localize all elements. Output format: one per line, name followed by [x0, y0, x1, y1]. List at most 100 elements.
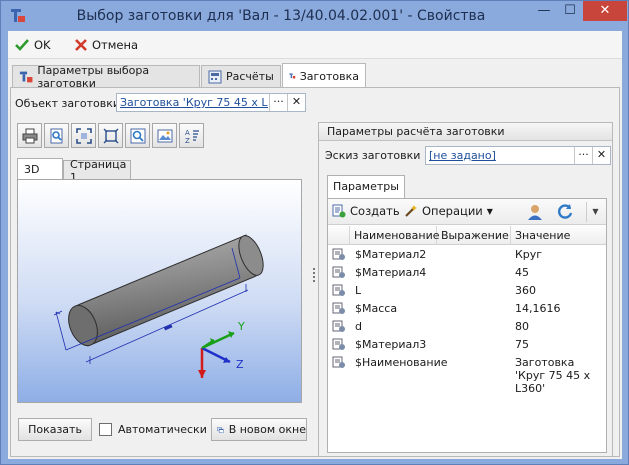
- operations-label: Операции: [422, 204, 483, 218]
- tab-label: Параметры выбора заготовки: [37, 63, 150, 90]
- tab-parameters[interactable]: Параметры: [327, 175, 405, 198]
- parameter-icon: [332, 338, 345, 350]
- windows-icon: [217, 426, 224, 433]
- object-field[interactable]: Заготовка 'Круг 75 45 x L3... ··· ✕: [116, 93, 306, 112]
- column-expression[interactable]: Выражение: [437, 226, 511, 245]
- row-name: $Масса: [355, 302, 398, 315]
- new-window-label: В новом окне: [228, 423, 306, 436]
- create-button[interactable]: Создать: [332, 204, 400, 218]
- table-row[interactable]: $Масса 14,1616: [328, 299, 606, 317]
- zoom-button[interactable]: [125, 123, 150, 148]
- row-value: 80: [515, 320, 529, 333]
- preview-button[interactable]: [44, 123, 69, 148]
- auto-checkbox[interactable]: [99, 423, 112, 436]
- calculator-icon: [208, 70, 222, 83]
- table-row[interactable]: $Материал2 Круг: [328, 245, 606, 263]
- sketch-field[interactable]: [не задано] ··· ✕: [425, 146, 611, 165]
- parameter-icon: [332, 356, 345, 368]
- row-name: $Материал3: [355, 338, 427, 351]
- parameter-icon: [332, 266, 345, 278]
- cross-icon: [75, 39, 87, 51]
- refresh-icon[interactable]: [556, 203, 574, 221]
- tab-selection-params[interactable]: Параметры выбора заготовки: [12, 63, 200, 90]
- table-row[interactable]: $Наименование Заготовка 'Круг 75 45 x L3…: [328, 353, 606, 395]
- printer-icon: [22, 128, 37, 143]
- ok-button[interactable]: OK: [14, 36, 51, 54]
- title-bar[interactable]: Выбор заготовки для 'Вал - 13/40.04.02.0…: [1, 1, 628, 31]
- cancel-button[interactable]: Отмена: [74, 36, 138, 54]
- auto-label: Автоматически: [118, 423, 207, 436]
- table-row[interactable]: $Материал3 75: [328, 335, 606, 353]
- new-window-button[interactable]: В новом окне: [211, 418, 307, 441]
- main-tabs: Параметры выбора заготовки Расчёты Загот…: [8, 63, 622, 90]
- export-image-button[interactable]: [152, 123, 177, 148]
- row-value: Заготовка 'Круг 75 45 x L360': [515, 356, 591, 395]
- sketch-clear-button[interactable]: ✕: [592, 147, 610, 164]
- close-button[interactable]: ✕: [583, 1, 627, 21]
- table-row[interactable]: d 80: [328, 317, 606, 335]
- parameters-toolbar: Создать Операции ▼ ▼: [328, 199, 606, 225]
- toolbar-options-button[interactable]: ▼: [586, 202, 604, 222]
- sort-az-icon: AZ: [185, 129, 199, 144]
- tab-label: Расчёты: [226, 70, 274, 83]
- axis-y-label: Y: [238, 320, 245, 333]
- blank-params-icon: [19, 71, 33, 82]
- blank-icon: [289, 73, 296, 79]
- user-icon[interactable]: [526, 203, 544, 221]
- 3d-viewport[interactable]: Y Z: [17, 179, 302, 403]
- zoom-frame-icon: [103, 128, 118, 143]
- tab-calculations[interactable]: Расчёты: [201, 65, 281, 87]
- group-title: Параметры расчёта заготовки: [319, 123, 612, 141]
- row-value: 360: [515, 284, 536, 297]
- tab-blank[interactable]: Заготовка: [282, 63, 366, 88]
- ok-label: OK: [34, 38, 51, 52]
- create-label: Создать: [350, 204, 400, 218]
- cylinder-model: [53, 234, 264, 378]
- column-name[interactable]: Наименование: [350, 226, 439, 245]
- table-row[interactable]: L 360: [328, 281, 606, 299]
- sketch-link[interactable]: [не задано]: [429, 149, 496, 162]
- clear-button[interactable]: ✕: [287, 94, 305, 111]
- sketch-label: Эскиз заготовки: [325, 149, 421, 162]
- object-link[interactable]: Заготовка 'Круг 75 45 x L3...: [120, 96, 268, 109]
- parameters-panel: Создать Операции ▼ ▼ Наименование Выраже…: [327, 198, 607, 453]
- header-icon-cell: [328, 226, 350, 245]
- minimize-button[interactable]: —: [531, 1, 557, 21]
- row-name: $Материал2: [355, 248, 427, 261]
- table-row[interactable]: $Материал4 45: [328, 263, 606, 281]
- chevron-down-icon: ▼: [486, 206, 493, 216]
- parameter-icon: [332, 284, 345, 296]
- grid-header: Наименование Выражение Значение: [328, 226, 606, 245]
- calc-params-group: Параметры расчёта заготовки Эскиз загото…: [318, 122, 613, 457]
- row-name: d: [355, 320, 362, 333]
- browse-button[interactable]: ···: [269, 94, 287, 111]
- cancel-label: Отмена: [92, 38, 139, 52]
- tab-page-1[interactable]: Страница 1: [63, 158, 131, 184]
- axis-z-label: Z: [236, 358, 244, 371]
- row-name: L: [355, 284, 362, 297]
- pane-splitter[interactable]: [312, 268, 316, 288]
- column-value[interactable]: Значение: [511, 226, 606, 245]
- row-value: 45: [515, 266, 529, 279]
- tab-label: Заготовка: [299, 69, 359, 83]
- magnifier-page-icon: [50, 128, 62, 143]
- zoom-fit-button[interactable]: [71, 123, 96, 148]
- maximize-button[interactable]: ☐: [557, 1, 583, 21]
- row-name: $Наименование: [355, 356, 448, 369]
- sketch-browse-button[interactable]: ···: [574, 147, 592, 164]
- print-button[interactable]: [17, 123, 42, 148]
- show-button[interactable]: Показать: [18, 418, 92, 441]
- row-value: 14,1616: [515, 302, 561, 315]
- tab-3d[interactable]: 3D: [17, 158, 63, 180]
- row-value: Круг: [515, 248, 543, 261]
- zoom-box-button[interactable]: [98, 123, 123, 148]
- tab-body: Объект заготовки Заготовка 'Круг 75 45 x…: [10, 87, 620, 457]
- window-client: OK Отмена Параметры выбора заготовки Рас…: [8, 31, 622, 459]
- sort-button[interactable]: AZ: [179, 123, 204, 148]
- row-name: $Материал4: [355, 266, 427, 279]
- zoom-icon: [130, 128, 145, 143]
- parameters-grid: Наименование Выражение Значение $Материа…: [328, 226, 606, 395]
- main-toolbar: OK Отмена: [8, 31, 622, 59]
- wand-icon: [405, 205, 417, 217]
- operations-menu[interactable]: Операции ▼: [404, 204, 493, 218]
